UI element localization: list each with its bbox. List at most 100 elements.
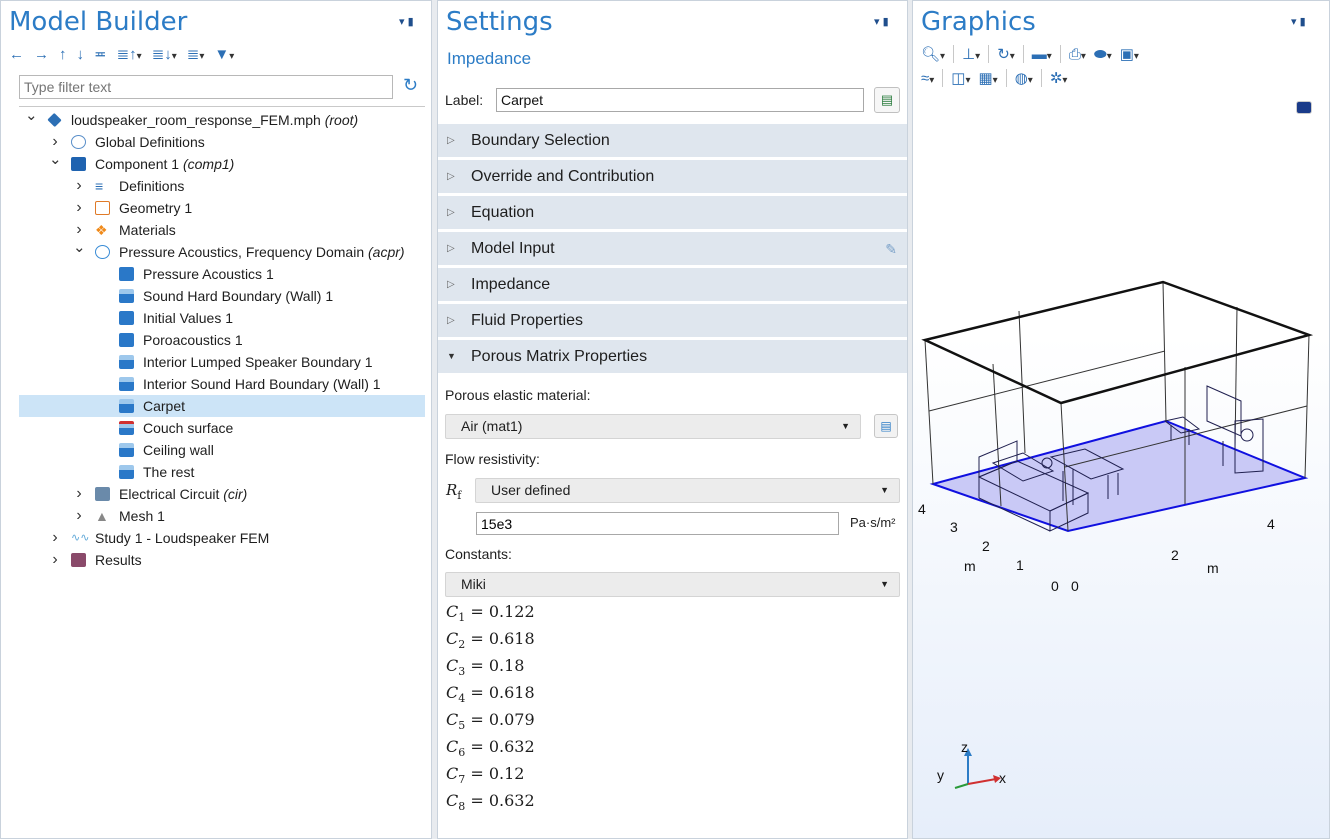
filter-icon[interactable]: ▼▾ — [214, 46, 234, 63]
section-title: Impedance — [471, 276, 551, 293]
constant-symbol: C — [446, 683, 459, 702]
axis-unit-bottom: m — [1207, 560, 1219, 576]
boundary-icon — [119, 377, 134, 391]
section-header[interactable]: ▷ Override and Contribution — [438, 160, 907, 193]
collapse-sections-icon[interactable]: ≣↓▾ — [152, 45, 177, 63]
constant-row: C1 = 0.122 — [446, 602, 535, 624]
label-comment-button[interactable]: ▤ — [874, 87, 900, 113]
collapse-chevron-icon[interactable]: ⌄ — [25, 105, 38, 127]
equals-sign: = — [465, 791, 489, 810]
boundary-icon — [119, 355, 134, 369]
tree-item-text: Couch surface — [143, 420, 234, 436]
section-title: Porous Matrix Properties — [471, 348, 648, 365]
tree-item[interactable]: Initial Values 1 — [19, 307, 425, 329]
equals-sign: = — [465, 764, 489, 783]
go-to-material-button[interactable]: ▤ — [874, 414, 898, 438]
tree-item-label: Initial Values 1 — [143, 307, 233, 329]
expand-chevron-icon[interactable]: › — [73, 483, 85, 505]
tree-item[interactable]: Carpet — [19, 395, 425, 417]
tree-item[interactable]: › Geometry 1 — [19, 197, 425, 219]
tree-filter-input[interactable] — [19, 75, 393, 99]
tree-item-label: Geometry 1 — [119, 197, 192, 219]
constant-value: 0.18 — [488, 656, 525, 675]
expand-triangle-icon: ▷ — [447, 135, 455, 146]
section-header[interactable]: ▷ Equation — [438, 196, 907, 229]
collapse-chevron-icon[interactable]: ⌄ — [73, 237, 86, 259]
collapse-chevron-icon[interactable]: ⌄ — [49, 149, 62, 171]
show-icon[interactable]: ≖ — [94, 45, 107, 63]
list-view-icon[interactable]: ≣▾ — [187, 45, 205, 63]
axis-tick-left: 2 — [982, 538, 990, 554]
section-header[interactable]: ▷ Impedance — [438, 268, 907, 301]
move-up-icon[interactable]: ↑ — [59, 46, 67, 63]
constant-symbol: C — [446, 737, 459, 756]
tree-item[interactable]: Poroacoustics 1 — [19, 329, 425, 351]
triad-y-label: y — [937, 767, 944, 783]
constants-mode-select[interactable]: Miki ▼ — [445, 572, 900, 597]
section-header[interactable]: ▼ Porous Matrix Properties — [438, 340, 907, 373]
edit-model-input-icon[interactable]: ✎ — [885, 233, 897, 266]
tree-item[interactable]: › ≡ Definitions — [19, 175, 425, 197]
tree-item[interactable]: Pressure Acoustics 1 — [19, 263, 425, 285]
boundary-default-icon — [119, 289, 134, 303]
section-header[interactable]: ▷ Model Input ✎ — [438, 232, 907, 265]
section-header[interactable]: ▷ Fluid Properties — [438, 304, 907, 337]
tree-item[interactable]: › ▲ Mesh 1 — [19, 505, 425, 527]
tree-item-text: Poroacoustics 1 — [143, 332, 243, 348]
flow-resistivity-field[interactable] — [476, 512, 839, 535]
study-icon: ∿∿ — [71, 532, 90, 544]
triad-x-label: x — [999, 770, 1006, 786]
expand-chevron-icon[interactable]: › — [49, 549, 61, 571]
tree-item[interactable]: › Global Definitions — [19, 131, 425, 153]
model-tree: ⌄ loudspeaker_room_response_FEM.mph (root… — [19, 107, 425, 571]
tree-item-text: loudspeaker_room_response_FEM.mph — [71, 112, 321, 128]
room-geometry-view[interactable] — [913, 1, 1330, 839]
tree-item[interactable]: The rest — [19, 461, 425, 483]
tree-item-text: Materials — [119, 222, 176, 238]
domain-icon — [119, 333, 134, 347]
tree-item[interactable]: Ceiling wall — [19, 439, 425, 461]
axis-tick-bottom: 0 — [1071, 578, 1079, 594]
tree-item[interactable]: ⌄ loudspeaker_room_response_FEM.mph (root… — [19, 107, 425, 131]
mesh-icon: ▲ — [95, 508, 109, 524]
tree-item[interactable]: › Results — [19, 549, 425, 571]
tree-item[interactable]: ⌄ Pressure Acoustics, Frequency Domain (a… — [19, 239, 425, 263]
flow-resistivity-caption: Flow resistivity: — [445, 451, 540, 467]
tree-item[interactable]: › ∿∿ Study 1 - Loudspeaker FEM — [19, 527, 425, 549]
porous-material-select[interactable]: Air (mat1) ▼ — [445, 414, 861, 439]
pane-menu-icons[interactable]: ▾ ▮ — [874, 15, 889, 28]
expand-chevron-icon[interactable]: › — [73, 197, 85, 219]
tree-item[interactable]: Interior Sound Hard Boundary (Wall) 1 — [19, 373, 425, 395]
tree-item[interactable]: › Electrical Circuit (cir) — [19, 483, 425, 505]
constant-value: 0.122 — [488, 602, 535, 621]
tree-item-label: Pressure Acoustics 1 — [143, 263, 274, 285]
expand-chevron-icon[interactable]: › — [73, 175, 85, 197]
tree-item-label: Study 1 - Loudspeaker FEM — [95, 527, 269, 549]
tree-item[interactable]: Sound Hard Boundary (Wall) 1 — [19, 285, 425, 307]
equals-sign: = — [465, 710, 489, 729]
refresh-icon[interactable]: ↻ — [403, 75, 418, 96]
constant-symbol: C — [446, 791, 459, 810]
move-down-icon[interactable]: ↓ — [77, 46, 85, 63]
axis-triad — [954, 748, 1001, 789]
tree-item[interactable]: Couch surface — [19, 417, 425, 439]
equals-sign: = — [465, 737, 489, 756]
section-title: Boundary Selection — [471, 132, 610, 149]
expand-sections-icon[interactable]: ≣↑▾ — [117, 45, 142, 63]
pane-menu-icons[interactable]: ▾ ▮ — [399, 15, 414, 28]
constant-value: 0.618 — [488, 629, 535, 648]
flow-resistivity-mode-select[interactable]: User defined ▼ — [475, 478, 900, 503]
expand-chevron-icon[interactable]: › — [73, 505, 85, 527]
tree-item-label: Results — [95, 549, 142, 571]
constant-row: C5 = 0.079 — [446, 710, 535, 732]
forward-arrow-icon[interactable]: → — [34, 46, 49, 63]
back-arrow-icon[interactable]: ← — [9, 46, 24, 63]
tree-item[interactable]: Interior Lumped Speaker Boundary 1 — [19, 351, 425, 373]
tree-item[interactable]: ⌄ Component 1 (comp1) — [19, 151, 425, 175]
tree-item-tag: (acpr) — [368, 244, 405, 260]
chevron-down-icon: ▼ — [880, 579, 889, 589]
tree-item-text: Electrical Circuit — [119, 486, 220, 502]
expand-chevron-icon[interactable]: › — [49, 527, 61, 549]
section-header[interactable]: ▷ Boundary Selection — [438, 124, 907, 157]
label-field[interactable] — [496, 88, 864, 112]
